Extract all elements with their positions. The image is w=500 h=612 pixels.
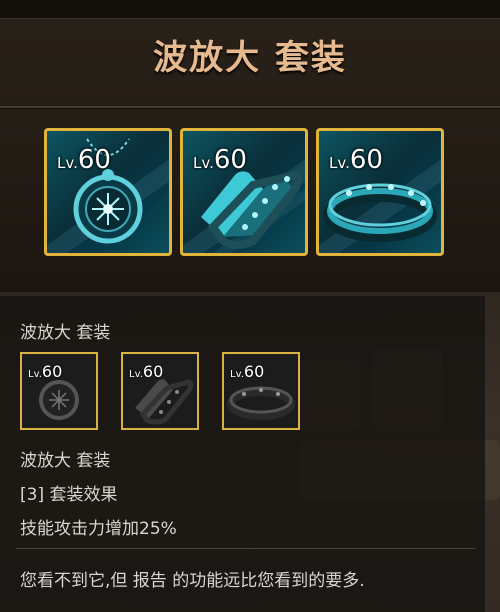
tooltip-item-bracelet[interactable]: Lv.60 [121, 352, 199, 430]
tooltip-item-pendant[interactable]: Lv.60 [20, 352, 98, 430]
item-level-label: Lv.60 [28, 362, 63, 381]
set-title: 波放大 套装 [153, 38, 347, 78]
tooltip-set-name: 波放大 套装 [20, 323, 111, 343]
tooltip-effect-header: [3] 套装效果 [20, 485, 118, 505]
tooltip-divider [16, 548, 476, 549]
title-divider-shadow [0, 108, 500, 109]
tooltip-footer-note: 您看不到它,但 报告 的功能远比您看到的要多. [20, 571, 365, 591]
tooltip-item-ring[interactable]: Lv.60 [222, 352, 300, 430]
item-slot-bracelet[interactable]: Lv.60 [180, 128, 308, 256]
item-level-label: Lv.60 [57, 145, 111, 175]
item-level-label: Lv.60 [193, 145, 247, 175]
item-slot-ring[interactable]: Lv.60 [316, 128, 444, 256]
top-strip [0, 0, 500, 19]
set-window: 波放大 套装 Lv.60 Lv.60 Lv.60 波放大 套装 Lv.60 Lv… [0, 0, 500, 612]
item-level-label: Lv.60 [329, 145, 383, 175]
item-slot-pendant[interactable]: Lv.60 [44, 128, 172, 256]
tooltip-effect-description: 技能攻击力增加25% [20, 519, 177, 539]
item-level-label: Lv.60 [129, 362, 164, 381]
tooltip-set-name-repeat: 波放大 套装 [20, 451, 111, 471]
item-level-label: Lv.60 [230, 362, 265, 381]
